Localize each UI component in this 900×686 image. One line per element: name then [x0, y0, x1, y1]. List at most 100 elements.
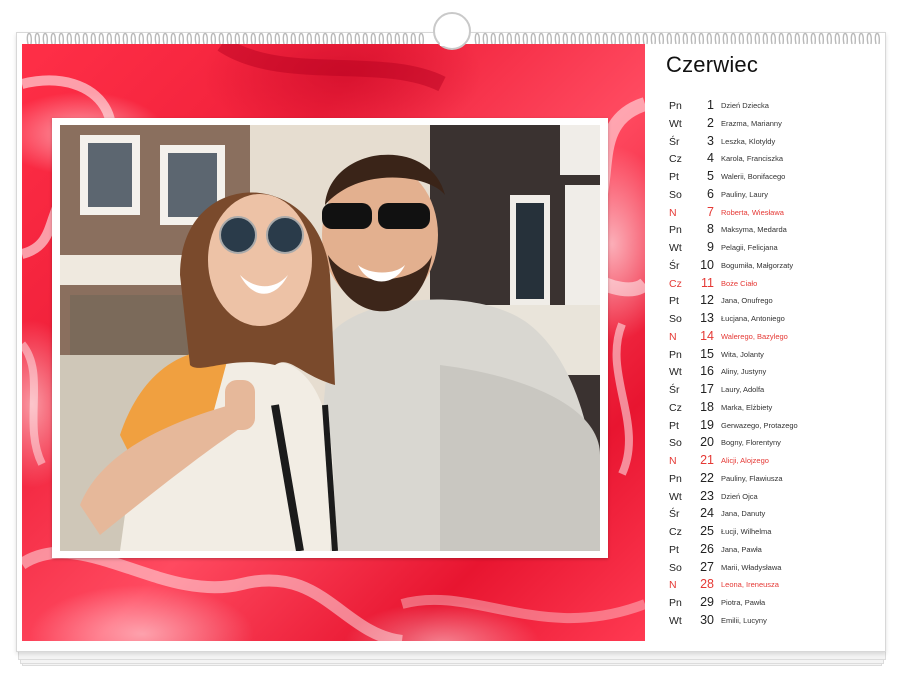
calendar-panel: Czerwiec Pn 1 Dzień Dziecka Wt 2 Erazma, Mari…	[660, 52, 880, 631]
wire-loop	[866, 32, 873, 45]
name-day: Laury, Adolfa	[721, 385, 765, 394]
day-of-week: Pn	[669, 224, 682, 237]
wire-loop	[562, 32, 569, 45]
wire-loop	[250, 32, 257, 45]
wire-loop	[762, 32, 769, 45]
day-row: Pn 8 Maksyma, Medarda	[660, 222, 880, 240]
wire-loop	[722, 32, 729, 45]
day-row: Śr 3 Leszka, Klotyldy	[660, 134, 880, 152]
wire-loop	[778, 32, 785, 45]
wire-loop	[858, 32, 865, 45]
wire-loop	[578, 32, 585, 45]
wire-loop	[394, 32, 401, 45]
day-number: 19	[700, 417, 714, 432]
name-day: Aliny, Justyny	[721, 367, 767, 377]
wire-loop	[730, 32, 737, 45]
day-row: N 28 Leona, Ireneusza	[660, 577, 880, 595]
day-number: 6	[707, 186, 714, 201]
wire-loop	[194, 32, 201, 45]
wire-loop	[522, 32, 529, 45]
day-row: Pt 5 Walerii, Bonifacego	[660, 169, 880, 187]
day-of-week: Cz	[669, 401, 682, 414]
wire-loop	[202, 32, 209, 45]
wire-loop	[186, 32, 193, 45]
name-day: Jana, Pawła	[721, 544, 762, 554]
wire-loop	[690, 32, 697, 45]
name-day: Walerego, Bazylego	[721, 331, 788, 341]
wire-loop	[786, 32, 793, 45]
day-of-week: Wt	[669, 490, 682, 503]
day-of-week: N	[669, 330, 677, 343]
wire-loop	[314, 32, 321, 45]
wire-loop	[354, 32, 361, 45]
day-row: So 20 Bogny, Florentyny	[660, 435, 880, 453]
day-of-week: Śr	[669, 135, 680, 148]
wire-loop	[402, 32, 409, 45]
name-day: Roberta, Wiesława	[721, 207, 784, 217]
wire-loop	[810, 32, 817, 45]
day-of-week: N	[669, 206, 677, 219]
day-of-week: Pn	[669, 100, 682, 112]
day-of-week: So	[669, 561, 682, 574]
wire-loop	[818, 32, 825, 45]
wire-loop	[410, 32, 417, 45]
wire-loop	[130, 32, 137, 45]
day-number: 7	[707, 204, 714, 219]
day-row: N 7 Roberta, Wiesława	[660, 205, 880, 223]
day-number: 9	[707, 240, 714, 254]
day-row: Pn 29 Piotra, Pawła	[660, 595, 880, 613]
day-row: Wt 9 Pelagii, Felicjana	[660, 240, 880, 258]
day-of-week: Pt	[669, 419, 679, 432]
name-day: Dzień Dziecka	[721, 101, 769, 110]
day-of-week: Cz	[669, 277, 682, 290]
day-row: Cz 11 Boże Ciało	[660, 276, 880, 294]
wire-loop	[266, 32, 273, 45]
name-day: Pauliny, Laury	[721, 189, 768, 199]
day-of-week: Pn	[669, 348, 682, 361]
wire-loop	[842, 32, 849, 45]
day-row: Pn 15 Wita, Jolanty	[660, 347, 880, 365]
day-row: Śr 10 Bogumiła, Małgorzaty	[660, 258, 880, 276]
day-number: 24	[700, 506, 714, 521]
wire-loop	[66, 32, 73, 45]
day-row: N 21 Alicji, Alojzego	[660, 453, 880, 471]
wire-loop	[738, 32, 745, 45]
wire-loop	[74, 32, 81, 45]
day-number: 4	[707, 151, 714, 166]
day-of-week: Wt	[669, 242, 682, 254]
day-of-week: N	[669, 579, 677, 592]
day-number: 22	[700, 470, 714, 485]
name-day: Jana, Danuty	[721, 509, 766, 519]
day-number: 27	[700, 559, 714, 574]
day-number: 8	[707, 222, 714, 237]
wire-loop	[234, 32, 241, 45]
wire-loop	[626, 32, 633, 45]
name-day: Alicji, Alojzego	[721, 456, 769, 465]
name-day: Karola, Franciszka	[721, 154, 784, 164]
wire-loop	[34, 32, 41, 45]
day-of-week: So	[669, 437, 682, 450]
wire-loop	[490, 32, 497, 45]
wire-loop	[306, 32, 313, 45]
day-of-week: Śr	[669, 508, 680, 521]
wire-loop	[802, 32, 809, 45]
day-row: Pt 19 Gerwazego, Protazego	[660, 418, 880, 436]
name-day: Pauliny, Flawiusza	[721, 473, 783, 483]
day-row: So 27 Marii, Władysława	[660, 560, 880, 578]
name-day: Leszka, Klotyldy	[721, 136, 776, 146]
wire-loop	[338, 32, 345, 45]
wire-loop	[682, 32, 689, 45]
wire-loop	[770, 32, 777, 45]
day-row: Śr 17 Laury, Adolfa	[660, 382, 880, 400]
wire-loop	[258, 32, 265, 45]
wire-loop	[218, 32, 225, 45]
name-day: Maksyma, Medarda	[721, 225, 787, 235]
name-day: Boże Ciało	[721, 278, 758, 288]
day-row: Cz 25 Łucji, Wilhelma	[660, 524, 880, 542]
name-day: Dzień Ojca	[721, 491, 758, 501]
name-day: Marii, Władysława	[721, 562, 782, 572]
name-day: Leona, Ireneusza	[721, 580, 779, 590]
wire-loop	[346, 32, 353, 45]
hanger-hook-base	[440, 40, 460, 46]
wire-loop	[98, 32, 105, 45]
